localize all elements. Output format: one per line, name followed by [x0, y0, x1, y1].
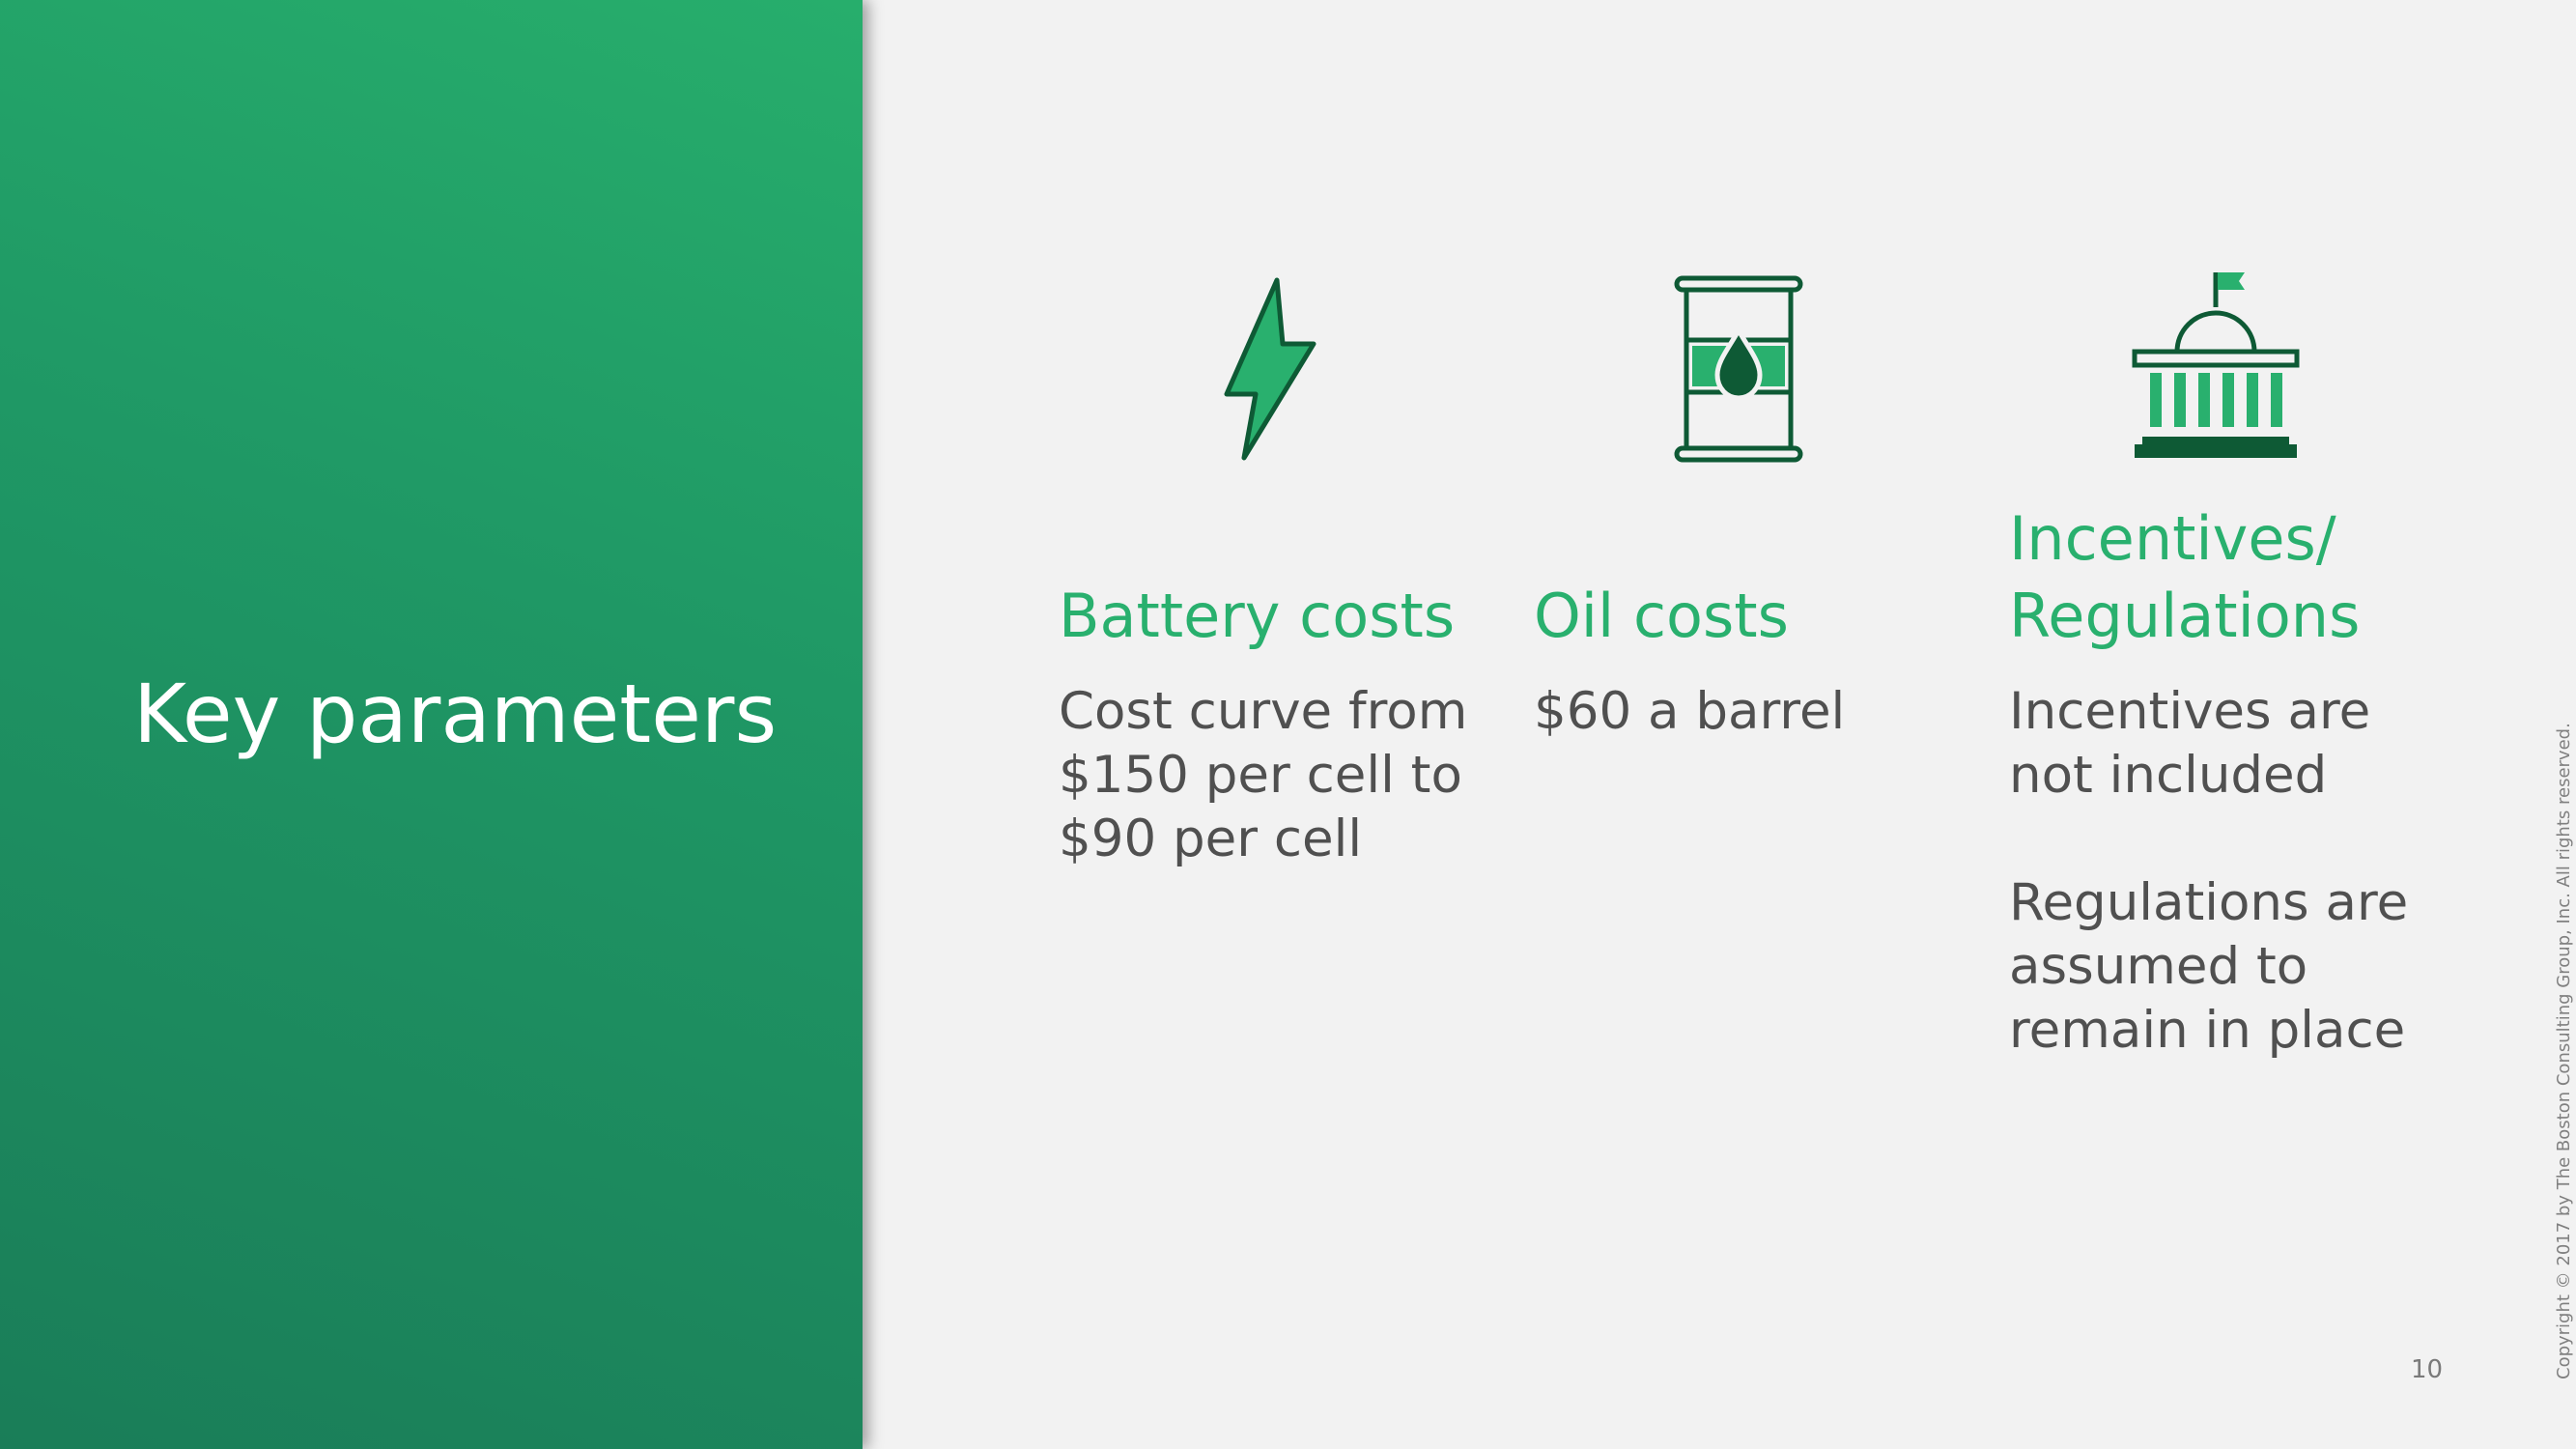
text-line: not included	[2009, 746, 2328, 805]
government-building-icon	[2131, 269, 2301, 466]
text-line: Incentives are	[2009, 682, 2371, 741]
lightning-bolt-icon	[1207, 274, 1323, 468]
page-number: 10	[2411, 1355, 2444, 1384]
oil-barrel-icon	[1671, 274, 1806, 468]
copyright-notice: Copyright © 2017 by The Boston Consultin…	[2554, 723, 2574, 1379]
text-line: Cost curve from	[1059, 682, 1468, 741]
oil-costs-heading: Oil costs	[1534, 581, 1789, 651]
page-title: Key parameters	[133, 667, 778, 761]
text-line-spacer	[2009, 808, 2408, 871]
oil-costs-text: $60 a barrel	[1534, 680, 1845, 744]
text-line: $150 per cell to	[1059, 746, 1462, 805]
incentives-regulations-heading: Incentives/ Regulations	[2009, 503, 2361, 651]
text-line: remain in place	[2009, 1001, 2406, 1060]
incentives-regulations-text: Incentives are not included Regulations …	[2009, 680, 2408, 1063]
text-line: assumed to	[2009, 937, 2308, 996]
text-line: Regulations are	[2009, 873, 2409, 932]
text-line: $60 a barrel	[1534, 682, 1846, 741]
text-line: $90 per cell	[1059, 810, 1363, 868]
battery-costs-text: Cost curve from $150 per cell to $90 per…	[1059, 680, 1467, 871]
battery-costs-heading: Battery costs	[1059, 581, 1456, 651]
